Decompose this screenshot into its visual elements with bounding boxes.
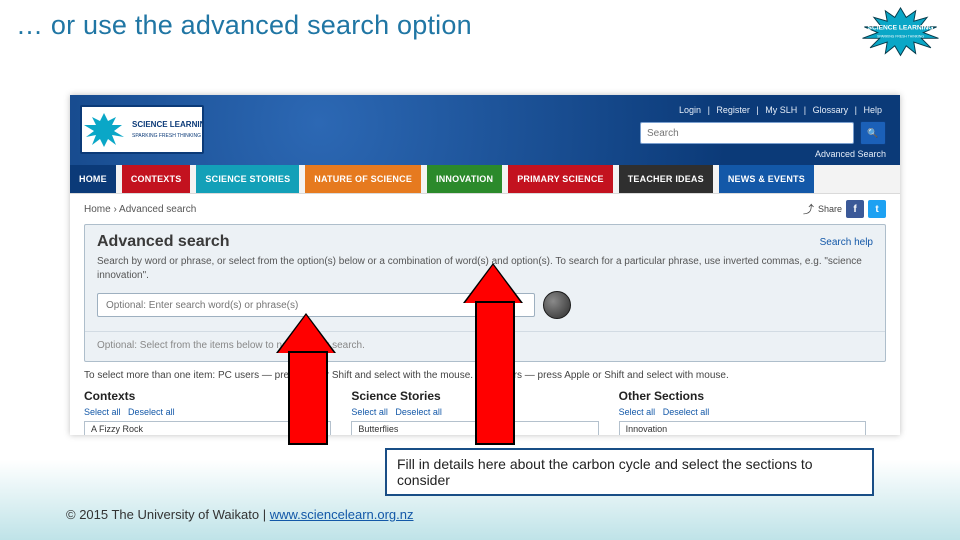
crumb-current: Advanced search [119, 204, 196, 215]
search-input[interactable] [640, 122, 854, 144]
panel-heading: Advanced search [97, 233, 230, 251]
search-go-button[interactable] [543, 291, 571, 319]
site-logo-line1: SCIENCE LEARNING [132, 120, 202, 129]
starburst-icon: SCIENCE LEARNING SPARKING FRESH THINKING [82, 107, 202, 152]
twitter-icon[interactable]: t [868, 200, 886, 218]
tab-teacher-ideas[interactable]: TEACHER IDEAS [619, 165, 713, 193]
slide-footer: © 2015 The University of Waikato | www.s… [66, 507, 414, 522]
tab-contexts[interactable]: CONTEXTS [122, 165, 191, 193]
util-link-help[interactable]: Help [863, 105, 882, 115]
share-icon: ⤴ [803, 201, 814, 217]
column-title: Other Sections [619, 389, 886, 403]
util-link-myslh[interactable]: My SLH [765, 105, 797, 115]
crumb-home[interactable]: Home [84, 204, 111, 215]
tab-nature-of-science[interactable]: NATURE OF SCIENCE [305, 165, 421, 193]
site-logo-line2: SPARKING FRESH THINKING [132, 133, 201, 139]
share-bar: ⤴ Share f t [803, 200, 886, 218]
slide-title: … or use the advanced search option [16, 10, 472, 41]
site-logo[interactable]: SCIENCE LEARNING SPARKING FRESH THINKING [80, 105, 204, 154]
select-all-link[interactable]: Select all [351, 407, 388, 417]
column-other-sections: Other Sections Select all Deselect all I… [619, 387, 886, 435]
tab-innovation[interactable]: INNOVATION [427, 165, 502, 193]
list-item[interactable]: Innovation [620, 422, 865, 435]
facebook-icon[interactable]: f [846, 200, 864, 218]
science-learning-logo: SCIENCE LEARNING SPARKING FRESH THINKING [853, 6, 948, 56]
primary-nav: HOME CONTEXTS SCIENCE STORIES NATURE OF … [70, 165, 900, 194]
tab-home[interactable]: HOME [70, 165, 116, 193]
site-banner: SCIENCE LEARNING SPARKING FRESH THINKING… [70, 95, 900, 165]
deselect-all-link[interactable]: Deselect all [663, 407, 710, 417]
annotation-callout: Fill in details here about the carbon cy… [385, 448, 874, 496]
tab-news-events[interactable]: NEWS & EVENTS [719, 165, 814, 193]
breadcrumb: Home › Advanced search ⤴ Share f t [70, 194, 900, 224]
search-icon: 🔍 [867, 128, 878, 139]
starburst-icon: SCIENCE LEARNING SPARKING FRESH THINKING [853, 6, 948, 57]
footer-copyright: © 2015 The University of Waikato | [66, 507, 270, 522]
footer-link[interactable]: www.sciencelearn.org.nz [270, 507, 414, 522]
logo-text-1: SCIENCE LEARNING [868, 25, 934, 32]
deselect-all-link[interactable]: Deselect all [128, 407, 175, 417]
select-all-link[interactable]: Select all [84, 407, 121, 417]
tab-science-stories[interactable]: SCIENCE STORIES [196, 165, 299, 193]
logo-text-2: SPARKING FRESH THINKING [877, 34, 924, 38]
banner-utility: Login | Register | My SLH | Glossary | H… [640, 105, 886, 159]
select-all-link[interactable]: Select all [619, 407, 656, 417]
search-button[interactable]: 🔍 [860, 121, 886, 145]
util-link-login[interactable]: Login [679, 105, 701, 115]
deselect-all-link[interactable]: Deselect all [395, 407, 442, 417]
util-link-glossary[interactable]: Glossary [813, 105, 849, 115]
search-help-link[interactable]: Search help [820, 237, 873, 248]
other-sections-listbox[interactable]: Innovation Nature of Science [619, 421, 866, 435]
advanced-search-link[interactable]: Advanced Search [640, 149, 886, 159]
utility-links: Login | Register | My SLH | Glossary | H… [640, 105, 886, 115]
tab-primary-science[interactable]: PRIMARY SCIENCE [508, 165, 613, 193]
util-link-register[interactable]: Register [716, 105, 750, 115]
share-label: Share [818, 204, 842, 214]
